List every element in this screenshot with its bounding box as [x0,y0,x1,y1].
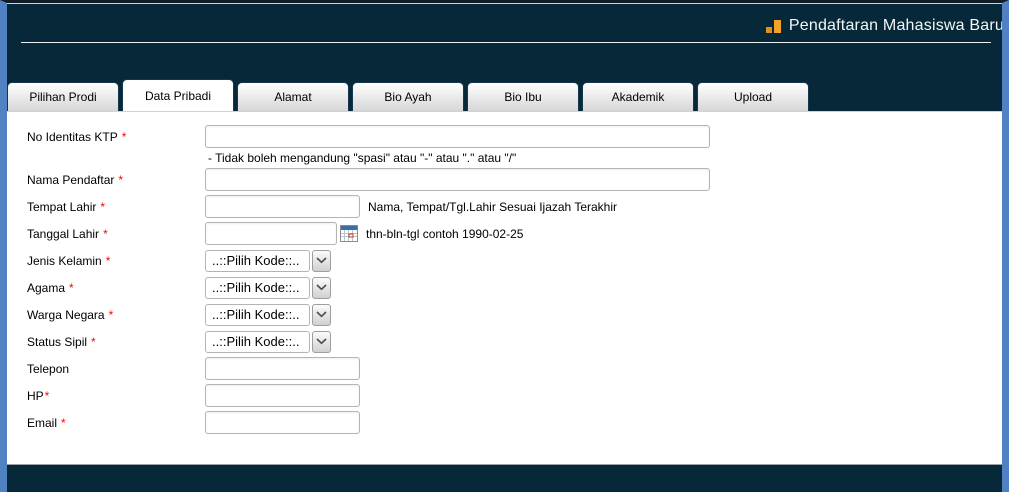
required-marker: * [91,335,96,349]
field-label-telepon: Telepon [27,362,205,376]
field-row-tanggal-lahir: Tanggal Lahir* thn-bln-tgl contoh 1990-0… [27,222,1002,245]
field-row-status-sipil: Status Sipil* ..::Pilih Kode::.. [27,330,1002,353]
agama-select[interactable]: ..::Pilih Kode::.. [205,277,310,299]
hint-tempat-lahir: Nama, Tempat/Tgl.Lahir Sesuai Ijazah Ter… [368,200,617,214]
field-row-email: Email* [27,411,1002,434]
required-marker: * [122,130,127,144]
field-label-hp: HP* [27,389,205,403]
tab-bio-ayah[interactable]: Bio Ayah [352,82,464,111]
field-label-warga-negara: Warga Negara* [27,308,205,322]
required-marker: * [118,173,123,187]
field-label-tempat-lahir: Tempat Lahir* [27,200,205,214]
required-marker: * [100,200,105,214]
chevron-down-icon [316,257,327,264]
status-sipil-select[interactable]: ..::Pilih Kode::.. [205,331,310,353]
field-label-no-identitas-ktp: No Identitas KTP* [27,130,205,144]
tab-bio-ibu[interactable]: Bio Ibu [467,82,579,111]
tab-bar: Pilihan Prodi Data Pribadi Alamat Bio Ay… [7,79,812,111]
bar-chart-logo-icon [766,19,783,33]
telepon-input[interactable] [205,357,360,380]
form-panel: No Identitas KTP* - Tidak boleh mengandu… [7,111,1002,464]
nama-pendaftar-input[interactable] [205,168,710,191]
chevron-down-icon [316,338,327,345]
tab-upload[interactable]: Upload [697,82,809,111]
field-row-hp: HP* [27,384,1002,407]
calendar-icon[interactable] [340,225,358,242]
jenis-kelamin-select[interactable]: ..::Pilih Kode::.. [205,250,310,272]
tab-pilihan-prodi[interactable]: Pilihan Prodi [7,82,119,111]
required-marker: * [69,281,74,295]
required-marker: * [61,416,66,430]
field-row-telepon: Telepon [27,357,1002,380]
app-window: Pendaftaran Mahasiswa Baru Pilihan Prodi… [0,0,1009,492]
brand: Pendaftaran Mahasiswa Baru [766,17,1002,35]
field-label-tanggal-lahir: Tanggal Lahir* [27,227,205,241]
no-identitas-ktp-input[interactable] [205,125,710,148]
field-label-email: Email* [27,416,205,430]
field-row-no-identitas-ktp: No Identitas KTP* [27,125,1002,148]
email-input[interactable] [205,411,360,434]
field-label-status-sipil: Status Sipil* [27,335,205,349]
required-marker: * [45,389,50,403]
hint-tanggal-lahir: thn-bln-tgl contoh 1990-02-25 [366,227,523,241]
field-label-agama: Agama* [27,281,205,295]
field-row-nama-pendaftar: Nama Pendaftar* [27,168,1002,191]
hint-no-identitas-ktp: - Tidak boleh mengandung "spasi" atau "-… [27,152,1002,164]
chevron-down-icon [316,284,327,291]
field-row-agama: Agama* ..::Pilih Kode::.. [27,276,1002,299]
field-row-warga-negara: Warga Negara* ..::Pilih Kode::.. [27,303,1002,326]
page-title: Pendaftaran Mahasiswa Baru [789,17,1002,35]
chevron-down-icon [316,311,327,318]
required-marker: * [109,308,114,322]
warga-negara-select[interactable]: ..::Pilih Kode::.. [205,304,310,326]
field-label-jenis-kelamin: Jenis Kelamin* [27,254,205,268]
page-footer [7,464,1002,492]
tab-alamat[interactable]: Alamat [237,82,349,111]
tab-data-pribadi[interactable]: Data Pribadi [122,79,234,111]
jenis-kelamin-dropdown-button[interactable] [312,250,331,272]
field-label-nama-pendaftar: Nama Pendaftar* [27,173,205,187]
required-marker: * [106,254,111,268]
field-row-jenis-kelamin: Jenis Kelamin* ..::Pilih Kode::.. [27,249,1002,272]
required-marker: * [103,227,108,241]
tempat-lahir-input[interactable] [205,195,360,218]
tab-akademik[interactable]: Akademik [582,82,694,111]
status-sipil-dropdown-button[interactable] [312,331,331,353]
warga-negara-dropdown-button[interactable] [312,304,331,326]
title-underline [21,42,991,43]
agama-dropdown-button[interactable] [312,277,331,299]
hp-input[interactable] [205,384,360,407]
field-row-tempat-lahir: Tempat Lahir* Nama, Tempat/Tgl.Lahir Ses… [27,195,1002,218]
tanggal-lahir-input[interactable] [205,222,337,245]
page-header: Pendaftaran Mahasiswa Baru Pilihan Prodi… [7,4,1002,111]
